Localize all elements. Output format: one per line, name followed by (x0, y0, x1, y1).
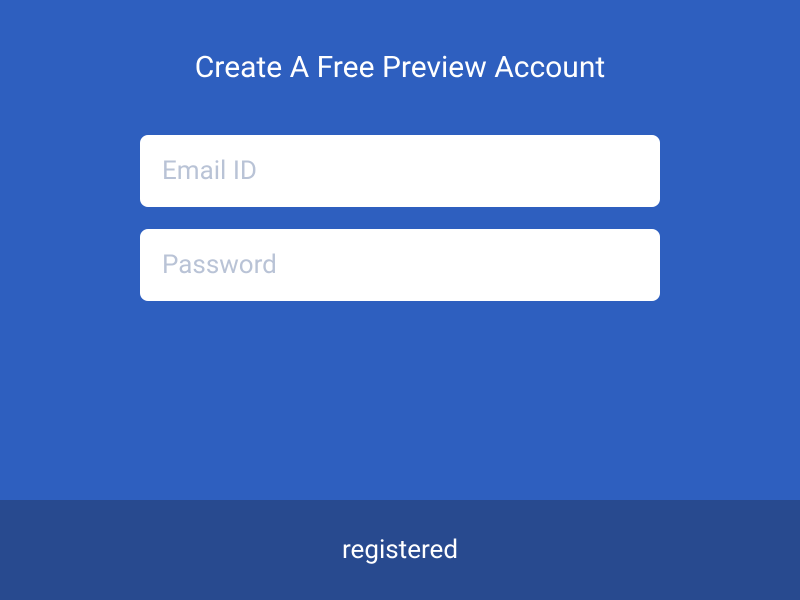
signup-panel: Create A Free Preview Account (0, 0, 800, 500)
email-field[interactable] (140, 135, 660, 207)
bottom-bar[interactable]: registered (0, 500, 800, 600)
registered-link[interactable]: registered (342, 535, 458, 565)
signup-form (140, 135, 660, 301)
password-field[interactable] (140, 229, 660, 301)
page-title: Create A Free Preview Account (195, 50, 605, 85)
